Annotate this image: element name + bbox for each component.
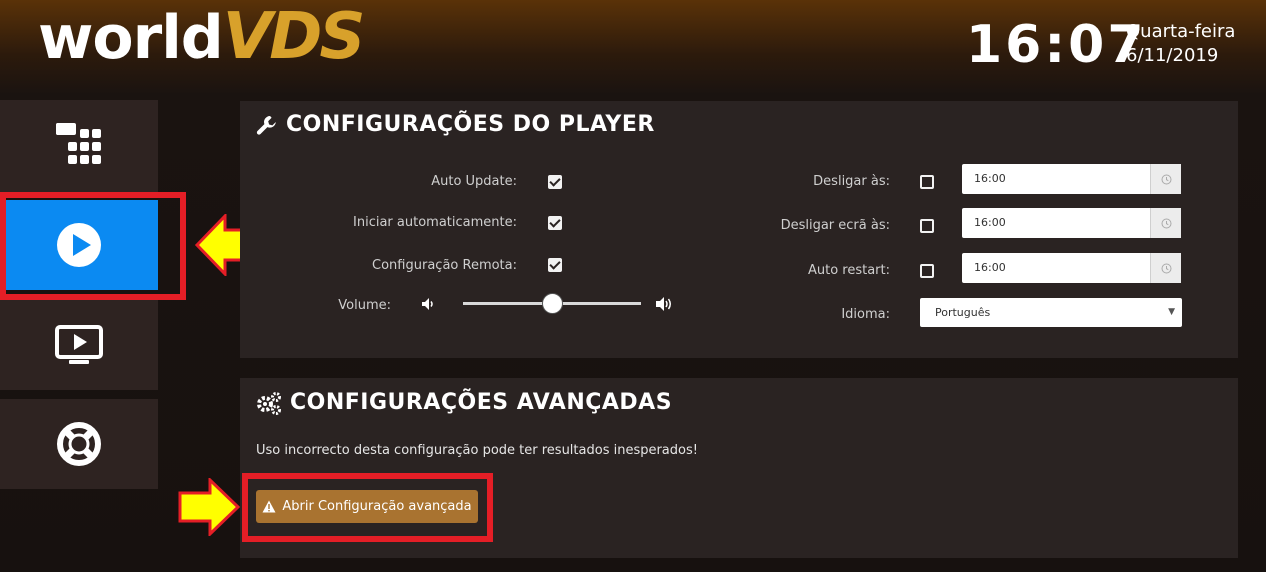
- player-settings-title: CONFIGURAÇÕES DO PLAYER: [256, 112, 655, 137]
- language-value: Português: [935, 306, 991, 319]
- date-display: Quarta-feira 6/11/2019: [1126, 20, 1235, 68]
- arrow-right-icon: [178, 478, 240, 536]
- auto-restart-time-value: 16:00: [974, 261, 1006, 274]
- screen-off-label: Desligar ecrã às:: [780, 218, 890, 233]
- logo-world-text: world: [38, 3, 224, 73]
- caret-down-icon: ▼: [1168, 307, 1175, 317]
- sidebar-item-apps[interactable]: [0, 100, 158, 192]
- advanced-settings-title: CONFIGURAÇÕES AVANÇADAS: [256, 390, 672, 415]
- gears-icon: [257, 391, 281, 415]
- screen-off-checkbox[interactable]: [920, 219, 934, 233]
- tv-play-icon: [55, 325, 103, 364]
- remote-config-checkbox[interactable]: [548, 258, 562, 272]
- sidebar-item-support[interactable]: [0, 399, 158, 489]
- play-circle-icon: [57, 223, 101, 267]
- auto-start-label: Iniciar automaticamente:: [353, 215, 517, 230]
- remote-config-label: Configuração Remota:: [372, 258, 517, 273]
- screen-off-time-field[interactable]: 16:00: [962, 208, 1181, 238]
- sidebar-item-tv[interactable]: [0, 300, 158, 390]
- volume-low-icon[interactable]: [421, 297, 435, 311]
- volume-slider-thumb[interactable]: [542, 293, 563, 314]
- shutdown-time-value: 16:00: [974, 172, 1006, 185]
- auto-start-checkbox[interactable]: [548, 216, 562, 230]
- advanced-warning-text: Uso incorrecto desta configuração pode t…: [256, 443, 698, 458]
- date-label: 6/11/2019: [1126, 45, 1219, 66]
- shutdown-checkbox[interactable]: [920, 175, 934, 189]
- volume-label: Volume:: [338, 298, 391, 313]
- clock-icon[interactable]: [1150, 208, 1181, 238]
- language-select[interactable]: Português ▼: [920, 298, 1182, 327]
- open-advanced-config-label: Abrir Configuração avançada: [282, 499, 472, 514]
- screen-off-time-value: 16:00: [974, 216, 1006, 229]
- sidebar-item-player[interactable]: [0, 200, 158, 290]
- apps-grid-icon: [56, 123, 101, 164]
- warning-icon: [262, 500, 276, 513]
- language-label: Idioma:: [841, 307, 890, 322]
- shutdown-label: Desligar às:: [813, 174, 890, 189]
- wrench-icon: [256, 115, 276, 135]
- logo-vds-text: VDS: [222, 0, 366, 74]
- auto-restart-time-field[interactable]: 16:00: [962, 253, 1181, 283]
- auto-update-label: Auto Update:: [431, 174, 517, 189]
- auto-restart-checkbox[interactable]: [920, 264, 934, 278]
- open-advanced-config-button[interactable]: Abrir Configuração avançada: [256, 490, 478, 523]
- weekday-label: Quarta-feira: [1126, 21, 1236, 42]
- worldvds-logo: world VDS: [38, 0, 366, 74]
- player-settings-title-text: CONFIGURAÇÕES DO PLAYER: [286, 112, 655, 137]
- clock-icon[interactable]: [1150, 164, 1181, 194]
- auto-restart-label: Auto restart:: [807, 263, 890, 278]
- clock-time: 16:07: [966, 15, 1147, 75]
- auto-update-checkbox[interactable]: [548, 175, 562, 189]
- volume-high-icon[interactable]: [655, 296, 675, 312]
- shutdown-time-field[interactable]: 16:00: [962, 164, 1181, 194]
- lifebuoy-icon: [57, 422, 101, 466]
- clock-icon[interactable]: [1150, 253, 1181, 283]
- advanced-settings-title-text: CONFIGURAÇÕES AVANÇADAS: [290, 390, 673, 415]
